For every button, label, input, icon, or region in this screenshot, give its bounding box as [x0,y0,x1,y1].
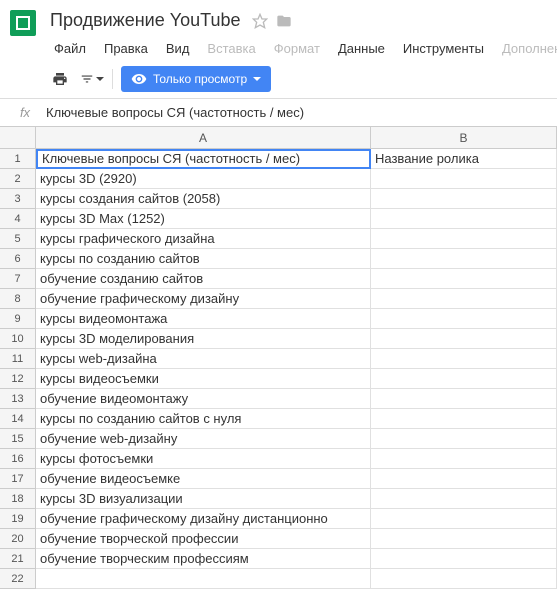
view-only-button[interactable]: Только просмотр [121,66,271,92]
table-cell[interactable]: обучение графическому дизайну [36,289,371,309]
table-cell[interactable] [371,569,557,589]
menu-bar: Файл Правка Вид Вставка Формат Данные Ин… [46,37,557,60]
row-header[interactable]: 1 [0,149,36,169]
table-cell[interactable] [371,449,557,469]
table-cell[interactable] [371,169,557,189]
row-header[interactable]: 17 [0,469,36,489]
row-header[interactable]: 3 [0,189,36,209]
fx-value[interactable]: Ключевые вопросы СЯ (частотность / мес) [40,105,304,120]
table-cell[interactable] [36,569,371,589]
table-cell[interactable]: курсы по созданию сайтов с нуля [36,409,371,429]
table-cell[interactable]: курсы 3D визуализации [36,489,371,509]
table-cell[interactable]: курсы 3D (2920) [36,169,371,189]
table-cell[interactable] [371,409,557,429]
table-cell[interactable] [371,269,557,289]
menu-file[interactable]: Файл [46,37,94,60]
menu-view[interactable]: Вид [158,37,198,60]
table-cell[interactable]: курсы 3D Max (1252) [36,209,371,229]
col-header-a[interactable]: A [36,127,371,149]
table-cell[interactable] [371,289,557,309]
menu-addons[interactable]: Дополнения [494,37,557,60]
row-header[interactable]: 5 [0,229,36,249]
row-header[interactable]: 8 [0,289,36,309]
print-icon[interactable] [48,67,72,91]
row-header[interactable]: 10 [0,329,36,349]
table-cell[interactable]: курсы видеосъемки [36,369,371,389]
folder-icon[interactable] [276,13,292,29]
table-cell[interactable] [371,249,557,269]
table-cell[interactable] [371,529,557,549]
row-header[interactable]: 15 [0,429,36,449]
row-header[interactable]: 12 [0,369,36,389]
table-cell[interactable]: обучение графическому дизайну дистанцион… [36,509,371,529]
table-cell[interactable]: курсы web-дизайна [36,349,371,369]
row-header[interactable]: 14 [0,409,36,429]
row-header[interactable]: 11 [0,349,36,369]
table-cell[interactable]: курсы фотосъемки [36,449,371,469]
row-header[interactable]: 21 [0,549,36,569]
table-cell[interactable] [371,349,557,369]
row-header[interactable]: 20 [0,529,36,549]
table-cell[interactable]: обучение web-дизайну [36,429,371,449]
table-cell[interactable]: обучение творческим профессиям [36,549,371,569]
select-all-corner[interactable] [0,127,36,149]
spreadsheet-grid[interactable]: A B 1 Ключевые вопросы СЯ (частотность /… [0,127,557,589]
table-cell[interactable]: обучение творческой профессии [36,529,371,549]
cell-a1[interactable]: Ключевые вопросы СЯ (частотность / мес) [36,149,371,169]
table-cell[interactable]: курсы создания сайтов (2058) [36,189,371,209]
col-header-b[interactable]: B [371,127,557,149]
row-header[interactable]: 18 [0,489,36,509]
table-cell[interactable] [371,549,557,569]
row-header[interactable]: 13 [0,389,36,409]
table-cell[interactable] [371,469,557,489]
table-cell[interactable]: курсы по созданию сайтов [36,249,371,269]
menu-edit[interactable]: Правка [96,37,156,60]
table-cell[interactable]: обучение видеомонтажу [36,389,371,409]
table-cell[interactable] [371,229,557,249]
table-cell[interactable]: курсы графического дизайна [36,229,371,249]
table-cell[interactable]: обучение видеосъемке [36,469,371,489]
table-cell[interactable] [371,209,557,229]
table-cell[interactable] [371,509,557,529]
menu-insert[interactable]: Вставка [199,37,263,60]
view-only-label: Только просмотр [153,72,247,86]
star-icon[interactable] [252,13,268,29]
fx-label: fx [10,105,40,120]
menu-format[interactable]: Формат [266,37,328,60]
cell-b1[interactable]: Название ролика [371,149,557,169]
row-header[interactable]: 4 [0,209,36,229]
row-header[interactable]: 2 [0,169,36,189]
table-cell[interactable] [371,389,557,409]
row-header[interactable]: 22 [0,569,36,589]
table-cell[interactable] [371,189,557,209]
row-header[interactable]: 16 [0,449,36,469]
doc-title[interactable]: Продвижение YouTube [46,8,244,33]
row-header[interactable]: 9 [0,309,36,329]
table-cell[interactable] [371,329,557,349]
table-cell[interactable]: курсы видеомонтажа [36,309,371,329]
table-cell[interactable]: курсы 3D моделирования [36,329,371,349]
table-cell[interactable] [371,369,557,389]
menu-tools[interactable]: Инструменты [395,37,492,60]
row-header[interactable]: 7 [0,269,36,289]
table-cell[interactable] [371,429,557,449]
table-cell[interactable]: обучение созданию сайтов [36,269,371,289]
filter-icon[interactable] [80,67,104,91]
row-header[interactable]: 6 [0,249,36,269]
table-cell[interactable] [371,309,557,329]
menu-data[interactable]: Данные [330,37,393,60]
row-header[interactable]: 19 [0,509,36,529]
sheets-logo [10,10,36,36]
table-cell[interactable] [371,489,557,509]
